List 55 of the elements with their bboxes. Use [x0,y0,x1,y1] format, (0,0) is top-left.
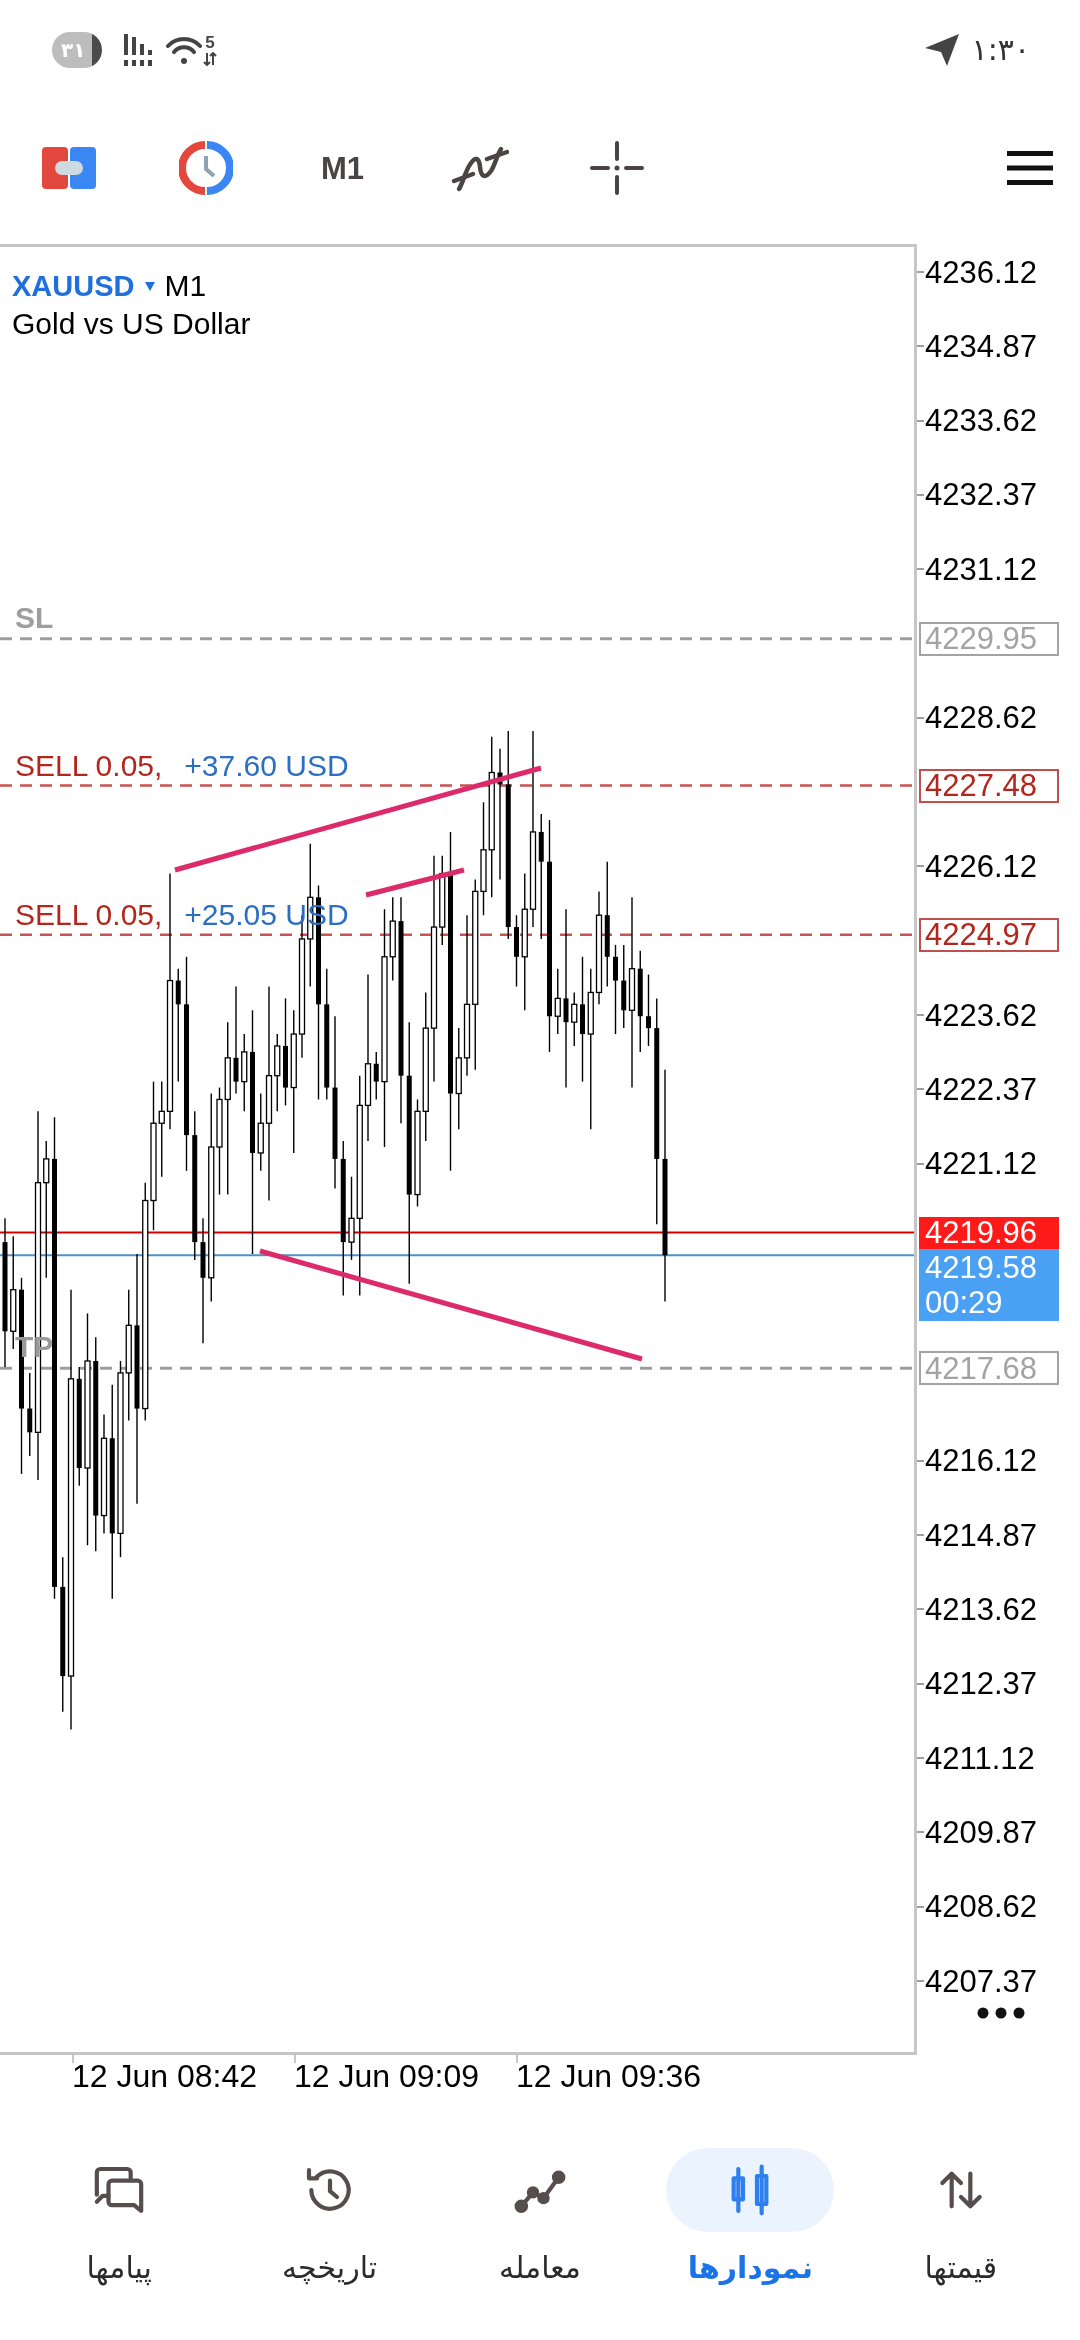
price-axis-label: 4207.37 [925,1965,1038,1997]
order-label: SELL 0.05, [15,750,163,781]
ask-price-tag: 4219.96 [919,1216,1059,1249]
nav-tab[interactable]: تاریخچه [224,2115,435,2340]
price-axis-label: 4213.62 [925,1593,1038,1625]
crosshair-icon[interactable] [589,141,644,195]
navigation-arrow-icon [923,33,960,67]
stop-loss-label: SL [15,602,54,633]
price-axis-label: 4236.12 [925,256,1038,288]
status-time: ١:٣٠ [971,35,1030,65]
menu-icon[interactable] [1007,151,1053,185]
wifi-standard-label: 5 [205,34,215,51]
nav-tab[interactable]: نمودارها [645,2115,856,2340]
battery-indicator: ٣١ [52,32,102,68]
order-price-tag: 4224.97 [919,917,1059,952]
time-axis-label: 12 Jun 09:36 [516,2060,702,2092]
data-arrows-icon [203,52,217,66]
price-axis-label: 4223.62 [925,999,1038,1031]
time-axis-label: 12 Jun 09:09 [294,2060,480,2092]
order-label: SELL 0.05, [15,899,163,930]
price-axis-label: 4231.12 [925,553,1038,585]
price-axis-label: 4233.62 [925,405,1038,437]
split-toggle-icon[interactable] [41,147,96,189]
order-price-tag: 4227.48 [919,768,1059,803]
clock-icon[interactable] [178,141,233,195]
nav-tab[interactable]: پیامها [13,2115,225,2340]
price-axis-label: 4228.62 [925,702,1038,734]
stop-loss-price-tag: 4229.95 [919,621,1059,656]
bid-price: 4219.58 [925,1250,1039,1286]
price-axis-label: 4214.87 [925,1519,1038,1551]
order-profit: +37.60 USD [184,750,349,781]
price-axis-label: 4221.12 [925,1148,1038,1180]
timeframe-button[interactable]: M1 [320,152,365,184]
price-axis-label: 4211.12 [925,1742,1035,1774]
time-axis-label: 12 Jun 08:42 [72,2060,258,2092]
dropdown-caret-icon[interactable] [145,281,156,291]
take-profit-price-tag: 4217.68 [919,1351,1059,1386]
price-axis-label: 4226.12 [925,850,1038,882]
price-axis-label: 4208.62 [925,1891,1038,1923]
symbol-name: XAUUSD [12,271,135,301]
symbol-description: Gold vs US Dollar [12,309,251,339]
price-axis-label: 4232.37 [925,479,1038,511]
trend-line[interactable] [365,867,465,898]
price-axis-label: 4234.87 [925,330,1038,362]
price-axis-label: 4222.37 [925,1073,1038,1105]
nav-tab[interactable]: قیمتها [855,2115,1066,2340]
candle-timer: 00:29 [925,1285,1004,1321]
nav-tab[interactable]: معامله [434,2115,646,2340]
more-icon[interactable] [977,2007,1025,2019]
wifi-icon [166,35,202,65]
signal-icon [124,34,154,66]
price-axis-label: 4212.37 [925,1668,1038,1700]
price-axis-label: 4209.87 [925,1816,1038,1848]
price-axis-label: 4216.12 [925,1445,1038,1477]
chart-timeframe: M1 [164,271,207,301]
